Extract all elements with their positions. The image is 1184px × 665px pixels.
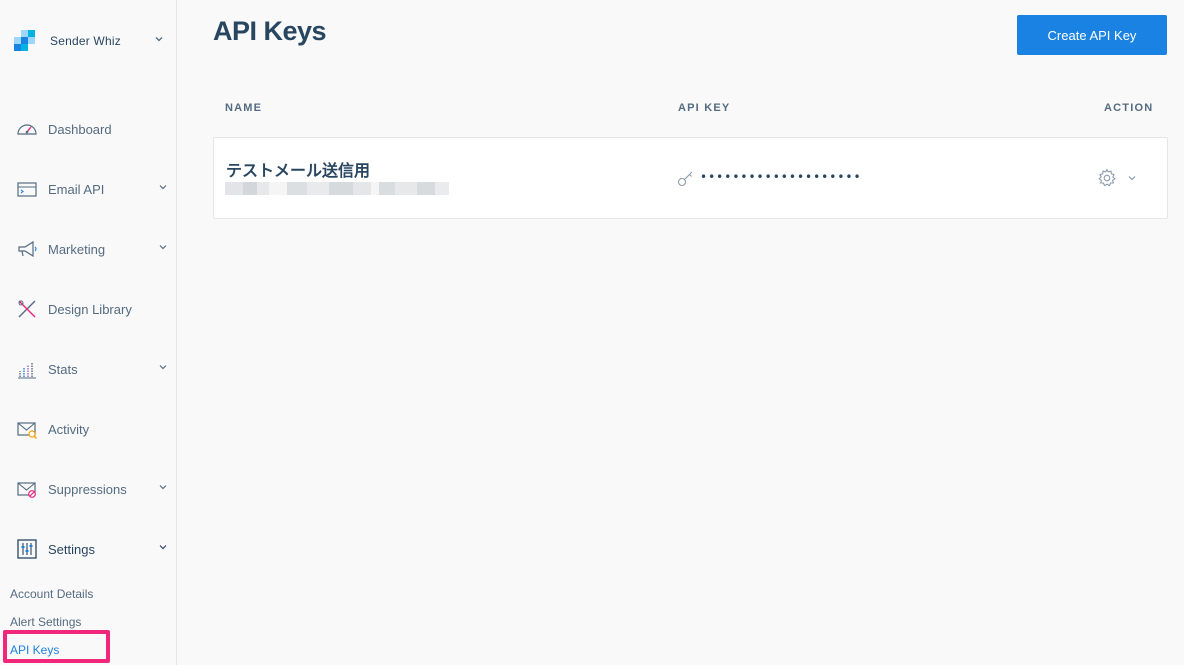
sidebar-item-email-api[interactable]: Email API	[0, 174, 176, 204]
table-row: テストメール送信用 ••••••••••••••••••••	[213, 137, 1168, 219]
sidebar-item-label: Settings	[48, 542, 95, 557]
sidebar-item-settings[interactable]: Settings	[0, 534, 176, 564]
chevron-down-icon	[159, 365, 167, 370]
sidebar-item-activity[interactable]: Activity	[0, 414, 176, 444]
sidebar-item-label: Suppressions	[48, 482, 127, 497]
page-title: API Keys	[213, 16, 327, 46]
sidebar: Sender Whiz Dashboard Email API Marketin…	[0, 0, 177, 665]
account-name: Sender Whiz	[50, 34, 121, 48]
sidebar-item-design-library[interactable]: Design Library	[0, 294, 176, 324]
activity-envelope-icon	[17, 422, 37, 439]
chevron-down-icon	[159, 485, 167, 490]
sidebar-item-label: Activity	[48, 422, 90, 437]
design-library-icon	[18, 300, 36, 318]
sidebar-item-label: Design Library	[48, 302, 132, 317]
chevron-down-icon	[155, 37, 163, 42]
masked-api-key: ••••••••••••••••••••	[700, 170, 862, 184]
sidebar-item-label: Marketing	[48, 242, 106, 257]
sendgrid-logo-icon	[14, 30, 36, 52]
column-header-action: ACTION	[1104, 102, 1154, 114]
column-header-name: NAME	[225, 102, 263, 114]
api-key-name: テストメール送信用	[226, 161, 371, 180]
email-api-icon	[17, 182, 37, 197]
column-header-api-key: API KEY	[678, 102, 731, 114]
chevron-down-icon	[159, 545, 167, 550]
megaphone-icon	[18, 240, 37, 258]
sidebar-item-stats[interactable]: Stats	[0, 354, 176, 384]
suppressions-envelope-icon	[17, 482, 36, 498]
chevron-down-icon[interactable]	[1127, 174, 1137, 182]
sidebar-item-marketing[interactable]: Marketing	[0, 234, 176, 264]
sidebar-item-label: Email API	[48, 182, 105, 197]
account-switcher[interactable]: Sender Whiz	[14, 28, 164, 54]
chevron-down-icon	[159, 245, 167, 250]
sidebar-subitem-account-details[interactable]: Account Details	[10, 587, 93, 601]
redacted-key-id	[225, 182, 449, 195]
create-api-key-button[interactable]: Create API Key	[1017, 15, 1167, 55]
stats-icon	[18, 362, 36, 379]
gear-icon[interactable]	[1097, 168, 1117, 188]
sidebar-item-suppressions[interactable]: Suppressions	[0, 474, 176, 504]
highlight-annotation	[3, 630, 110, 663]
key-icon	[677, 171, 693, 187]
chevron-down-icon	[159, 185, 167, 190]
settings-sliders-icon	[17, 539, 37, 559]
sidebar-item-label: Stats	[48, 362, 78, 377]
sidebar-subitem-alert-settings[interactable]: Alert Settings	[10, 615, 81, 629]
dashboard-gauge-icon	[17, 124, 37, 135]
sidebar-item-dashboard[interactable]: Dashboard	[0, 114, 176, 144]
sidebar-item-label: Dashboard	[48, 122, 112, 137]
